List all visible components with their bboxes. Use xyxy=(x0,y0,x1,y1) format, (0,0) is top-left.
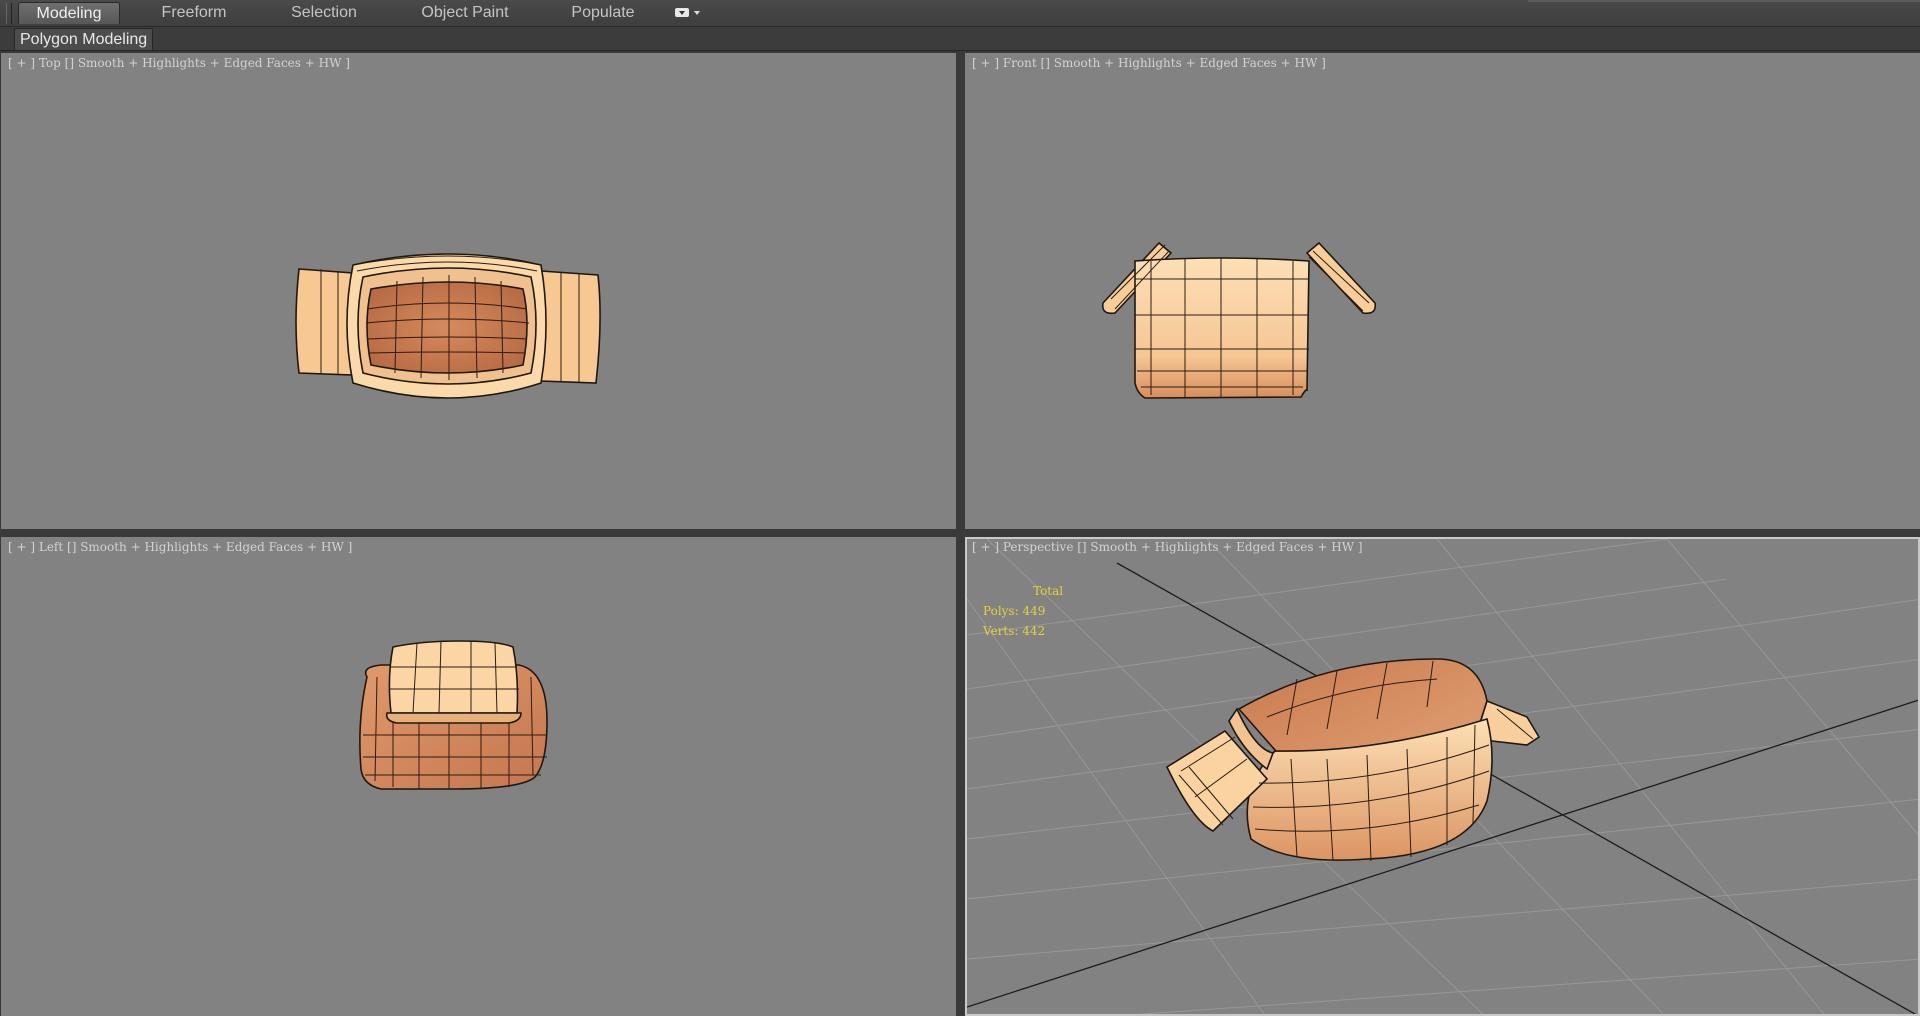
statistics-overlay: Total Polys: 449 Verts: 442 xyxy=(983,581,1063,641)
viewport-label-perspective[interactable]: [ + ] Perspective [] Smooth + Highlights… xyxy=(972,540,1363,554)
basket-mesh-top-view[interactable] xyxy=(1,53,956,529)
tab-freeform[interactable]: Freeform xyxy=(144,2,244,24)
tab-selection[interactable]: Selection xyxy=(272,2,376,24)
tab-object-paint[interactable]: Object Paint xyxy=(410,2,520,24)
basket-mesh-left-view[interactable] xyxy=(1,537,956,1016)
stats-polys: Polys: 449 xyxy=(983,604,1046,618)
basket-mesh-front-view[interactable] xyxy=(965,53,1920,529)
viewport-left[interactable]: [ + ] Left [] Smooth + Highlights + Edge… xyxy=(1,537,956,1016)
stats-verts: Verts: 442 xyxy=(983,624,1046,638)
ribbon-tab-bar: Modeling Freeform Selection Object Paint… xyxy=(0,0,1920,27)
viewport-top[interactable]: [ + ] Top [] Smooth + Highlights + Edged… xyxy=(1,53,956,529)
title-strip xyxy=(1528,0,1920,2)
viewport-front[interactable]: [ + ] Front [] Smooth + Highlights + Edg… xyxy=(965,53,1920,529)
ribbon-panel-row: Polygon Modeling xyxy=(0,27,1920,51)
viewport-perspective[interactable]: [ + ] Perspective [] Smooth + Highlights… xyxy=(965,537,1920,1016)
panel-polygon-modeling[interactable]: Polygon Modeling xyxy=(14,28,154,51)
perspective-scene[interactable] xyxy=(967,539,1920,1016)
chevron-down-icon xyxy=(694,11,700,15)
ribbon-grip[interactable] xyxy=(6,3,12,24)
tab-populate[interactable]: Populate xyxy=(556,2,650,24)
ribbon-options-dropdown[interactable] xyxy=(674,6,704,22)
tab-modeling[interactable]: Modeling xyxy=(18,2,120,24)
ribbon-options-icon xyxy=(675,8,689,17)
stats-title: Total xyxy=(1033,584,1064,598)
